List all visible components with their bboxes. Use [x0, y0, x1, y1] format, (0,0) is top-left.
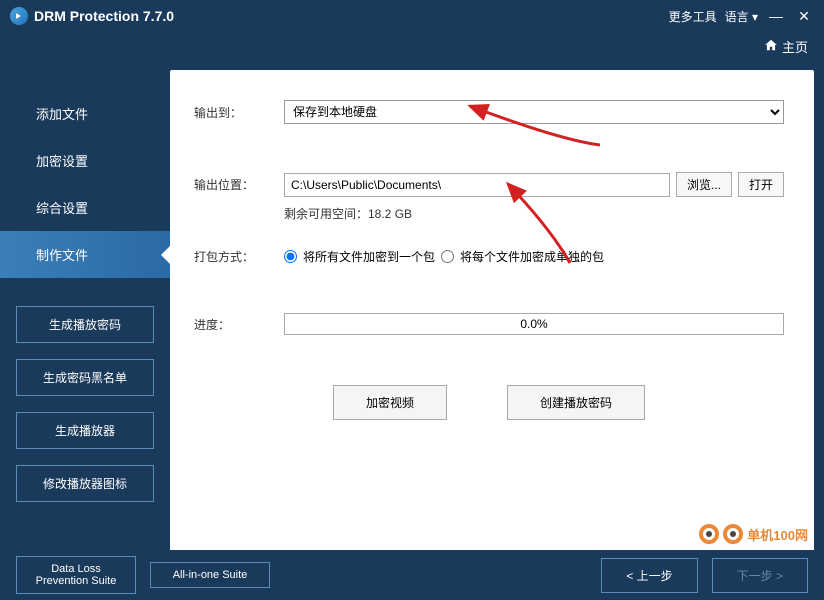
gen-player-button[interactable]: 生成播放器	[16, 412, 154, 449]
prev-step-button[interactable]: < 上一步	[601, 558, 697, 593]
output-to-label: 输出到：	[194, 104, 284, 121]
browse-button[interactable]: 浏览...	[676, 172, 732, 197]
gen-play-password-button[interactable]: 生成播放密码	[16, 306, 154, 343]
create-play-code-button[interactable]: 创建播放密码	[507, 385, 645, 420]
output-to-select[interactable]: 保存到本地硬盘	[284, 100, 784, 124]
output-location-label: 输出位置：	[194, 176, 284, 193]
gen-password-blacklist-button[interactable]: 生成密码黑名单	[16, 359, 154, 396]
pack-single-radio[interactable]: 将所有文件加密到一个包	[284, 248, 435, 265]
free-space-hint: 剩余可用空间：18.2 GB	[284, 205, 784, 222]
watermark-icon	[699, 524, 719, 544]
suite1-button[interactable]: Data Loss Prevention Suite	[16, 556, 136, 594]
language-link[interactable]: 语言 ▾	[725, 8, 758, 25]
modify-player-icon-button[interactable]: 修改播放器图标	[16, 465, 154, 502]
progress-label: 进度：	[194, 316, 284, 333]
pack-separate-radio[interactable]: 将每个文件加密成单独的包	[441, 248, 604, 265]
next-step-button: 下一步 >	[712, 558, 808, 593]
watermark: 单机100网	[699, 524, 808, 544]
app-logo: DRM Protection 7.7.0	[10, 7, 174, 25]
topbar: 主页	[0, 32, 824, 60]
progress-bar: 0.0%	[284, 313, 784, 335]
sidebar: 添加文件 加密设置 综合设置 制作文件 生成播放密码 生成密码黑名单 生成播放器…	[0, 60, 170, 600]
home-link[interactable]: 主页	[764, 37, 808, 56]
app-logo-icon	[10, 7, 28, 25]
app-title: DRM Protection 7.7.0	[34, 8, 174, 24]
open-button[interactable]: 打开	[738, 172, 784, 197]
more-tools-link[interactable]: 更多工具	[669, 8, 717, 25]
footer: Data Loss Prevention Suite All-in-one Su…	[0, 550, 824, 600]
pack-method-label: 打包方式：	[194, 248, 284, 265]
nav-create-file[interactable]: 制作文件	[0, 231, 170, 278]
nav-add-file[interactable]: 添加文件	[0, 90, 170, 137]
close-button[interactable]: ✕	[794, 8, 814, 25]
suite2-button[interactable]: All-in-one Suite	[150, 562, 270, 588]
content-panel: 输出到： 保存到本地硬盘 输出位置： 浏览... 打开 剩余可用空间：18.2 …	[170, 70, 814, 600]
output-location-input[interactable]	[284, 173, 670, 197]
watermark-icon	[723, 524, 743, 544]
home-icon	[764, 38, 778, 55]
dropdown-icon: ▾	[752, 10, 758, 24]
encrypt-video-button[interactable]: 加密视频	[333, 385, 447, 420]
minimize-button[interactable]: —	[766, 8, 786, 24]
titlebar: DRM Protection 7.7.0 更多工具 语言 ▾ — ✕	[0, 0, 824, 32]
nav-encrypt-settings[interactable]: 加密设置	[0, 137, 170, 184]
nav-general-settings[interactable]: 综合设置	[0, 184, 170, 231]
